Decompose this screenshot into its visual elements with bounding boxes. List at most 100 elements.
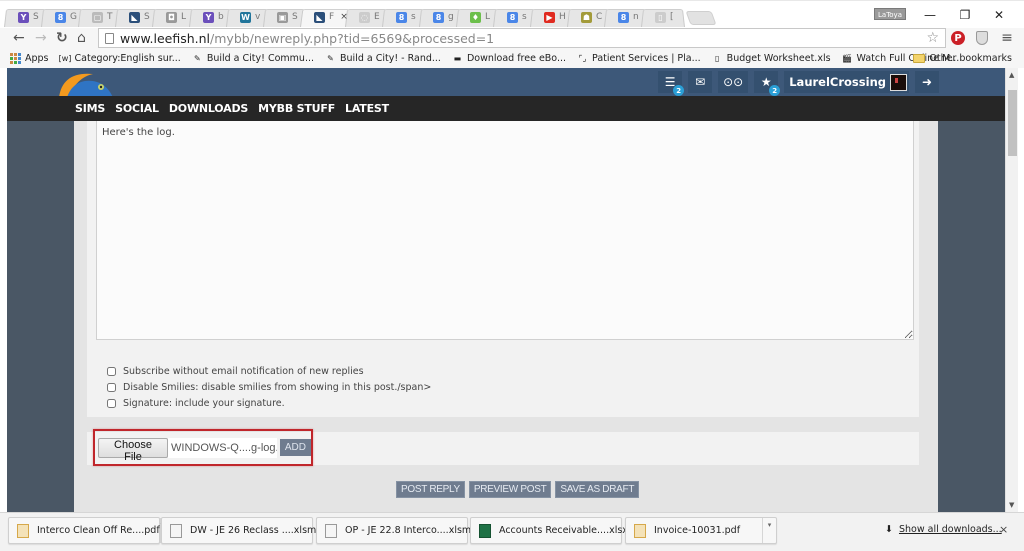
browser-tab[interactable]: ☗ C bbox=[571, 7, 607, 27]
browser-tab[interactable]: 8s bbox=[386, 7, 422, 27]
post-option[interactable]: Subscribe without email notification of … bbox=[107, 365, 431, 378]
bookmark-star-icon[interactable]: ☆ bbox=[926, 30, 939, 46]
bookmark-item[interactable]: Apps bbox=[10, 52, 49, 64]
browser-tab[interactable]: 8n bbox=[608, 7, 644, 27]
download-item[interactable]: DW - JE 26 Reclass ....xlsm▾ bbox=[161, 517, 321, 544]
download-item[interactable]: Interco Clean Off Re....pdf▾ bbox=[8, 517, 164, 544]
post-option[interactable]: Disable Smilies: disable smilies from sh… bbox=[107, 381, 431, 394]
games-button[interactable]: ⊙⊙ bbox=[718, 71, 749, 93]
download-item[interactable]: Invoice-10031.pdf ▾ bbox=[625, 517, 777, 544]
bookmark-item[interactable]: ✎ Build a City! Commu... bbox=[192, 53, 314, 64]
post-option[interactable]: Signature: include your signature. bbox=[107, 397, 431, 410]
loading-icon: ◌ bbox=[359, 11, 370, 23]
show-all-downloads-link[interactable]: Show all downloads... bbox=[899, 524, 1002, 535]
download-menu-chevron-icon[interactable]: ▾ bbox=[762, 518, 776, 543]
scroll-thumb[interactable] bbox=[1008, 90, 1017, 156]
browser-tab[interactable]: ▶ H bbox=[534, 7, 570, 27]
reload-icon[interactable]: ↻ bbox=[56, 30, 68, 46]
nav-sims[interactable]: SIMS bbox=[75, 102, 105, 115]
favorites-button[interactable]: ★ 2 bbox=[754, 71, 781, 96]
nav-latest[interactable]: LATEST bbox=[345, 102, 389, 115]
browser-tab[interactable]: ▯[ bbox=[645, 7, 681, 27]
download-open[interactable]: Interco Clean Off Re....pdf bbox=[9, 523, 160, 538]
new-tab-button[interactable] bbox=[685, 11, 717, 25]
download-item[interactable]: OP - JE 22.8 Interco....xlsm▾ bbox=[316, 517, 476, 544]
threads-button[interactable]: ☰ 2 bbox=[658, 71, 685, 96]
profile-badge[interactable]: LaToya bbox=[874, 8, 906, 20]
tab-title: n bbox=[633, 12, 639, 22]
user-menu-button[interactable]: LaurelCrossing bbox=[784, 71, 909, 93]
nav-mybb-stuff[interactable]: MYBB STUFF bbox=[258, 102, 335, 115]
google-icon: 8 bbox=[396, 11, 407, 23]
minimize-button[interactable]: — bbox=[918, 7, 942, 23]
ebook-icon: ▬ bbox=[453, 53, 462, 63]
browser-tab[interactable]: ▢ T bbox=[82, 7, 118, 27]
leaf-icon: ♦ bbox=[470, 11, 481, 23]
bookmark-item[interactable]: [w] Category:English sur... bbox=[58, 53, 181, 64]
page-scrollbar[interactable]: ▲ ▼ bbox=[1005, 68, 1018, 512]
browser-tab[interactable]: Yb bbox=[193, 7, 229, 27]
browser-tab[interactable]: ♦ L bbox=[460, 7, 496, 27]
browser-tab[interactable]: ◘ L bbox=[156, 7, 192, 27]
url-text[interactable]: www.leefish.nl/mybb/newreply.php?tid=656… bbox=[120, 31, 494, 46]
nav-social[interactable]: SOCIAL bbox=[115, 102, 159, 115]
nav-downloads[interactable]: DOWNLOADS bbox=[169, 102, 248, 115]
bookmarks-bar: Apps [w] Category:English sur... ✎ Build a C… bbox=[0, 48, 1024, 68]
browser-tab[interactable]: YS bbox=[8, 7, 44, 27]
browser-tab[interactable]: 8G bbox=[45, 7, 81, 27]
chrome-menu-icon[interactable]: ≡ bbox=[999, 30, 1015, 46]
site-nav: SIMS SOCIAL DOWNLOADS MYBB STUFF LATEST bbox=[7, 96, 1005, 121]
option-checkbox[interactable] bbox=[107, 367, 116, 376]
tab-close-icon[interactable]: × bbox=[340, 12, 348, 22]
other-bookmarks[interactable]: Other bookmarks bbox=[913, 48, 1012, 68]
home-icon[interactable]: ⌂ bbox=[77, 30, 86, 46]
option-checkbox[interactable] bbox=[107, 383, 116, 392]
bookmark-item[interactable]: ▯ Budget Worksheet.xls bbox=[712, 53, 831, 64]
download-open[interactable]: DW - JE 26 Reclass ....xlsm bbox=[162, 523, 316, 538]
bookmark-item[interactable]: ⌜⌟ Patient Services | Pla... bbox=[577, 53, 701, 64]
browser-tab[interactable]: ◣ F × bbox=[304, 7, 348, 27]
address-bar[interactable]: www.leefish.nl/mybb/newreply.php?tid=656… bbox=[98, 28, 946, 48]
back-icon[interactable]: ← bbox=[13, 30, 25, 46]
browser-tab[interactable]: 8s bbox=[497, 7, 533, 27]
add-attachment-button[interactable]: ADD bbox=[279, 439, 311, 456]
logout-button[interactable]: ➜ bbox=[915, 71, 939, 93]
browser-tab[interactable]: ◣ S bbox=[119, 7, 155, 27]
scroll-down-icon[interactable]: ▼ bbox=[1009, 501, 1014, 509]
messages-button[interactable]: ✉ bbox=[688, 71, 713, 93]
close-window-button[interactable]: ✕ bbox=[987, 7, 1011, 23]
bookmark-item[interactable]: ✎ Build a City! - Rand... bbox=[325, 53, 441, 64]
bookmark-item[interactable]: ▬ Download free eBo... bbox=[452, 53, 566, 64]
pinterest-extension-icon[interactable]: P bbox=[951, 31, 965, 45]
download-open[interactable]: Invoice-10031.pdf bbox=[626, 523, 762, 538]
scroll-up-icon[interactable]: ▲ bbox=[1009, 71, 1014, 79]
restore-button[interactable]: ❐ bbox=[953, 7, 977, 23]
wiki-icon: [w] bbox=[58, 53, 72, 63]
post-reply-button[interactable]: POST REPLY bbox=[396, 481, 465, 498]
save-draft-button[interactable]: SAVE AS DRAFT bbox=[555, 481, 640, 498]
user-toolbar: ☰ 2 ✉ ⊙⊙ ★ 2 LaurelCrossing ➜ bbox=[658, 71, 939, 96]
page-icon: ▯ bbox=[714, 53, 720, 63]
xls-file-icon bbox=[325, 523, 337, 538]
download-open[interactable]: Accounts Receivable....xlsx bbox=[471, 523, 628, 538]
shield-extension-icon[interactable] bbox=[974, 30, 990, 46]
option-checkbox[interactable] bbox=[107, 399, 116, 408]
download-open[interactable]: OP - JE 22.8 Interco....xlsm bbox=[317, 523, 471, 538]
leefish-logo[interactable] bbox=[53, 70, 115, 98]
download-item[interactable]: Accounts Receivable....xlsx▾ bbox=[470, 517, 632, 544]
close-shelf-icon[interactable]: × bbox=[999, 523, 1008, 536]
option-label: Disable Smilies: disable smilies from sh… bbox=[123, 382, 432, 393]
browser-tab[interactable]: 8g bbox=[423, 7, 459, 27]
clapper-icon: 🎬 bbox=[842, 53, 853, 63]
choose-file-button[interactable]: Choose File bbox=[98, 437, 168, 463]
browser-tab[interactable]: Wv bbox=[230, 7, 266, 27]
pdf-file-icon bbox=[17, 523, 29, 538]
preview-post-button[interactable]: PREVIEW POST bbox=[468, 481, 552, 498]
xlsx-file-icon bbox=[479, 523, 491, 538]
message-textarea[interactable]: Here's the log. bbox=[96, 121, 914, 340]
browser-tab[interactable]: ▣ S bbox=[267, 7, 303, 27]
attachment-panel: Choose File WINDOWS-Q....g-log.txt ADD bbox=[87, 429, 919, 466]
forward-icon[interactable]: → bbox=[35, 30, 47, 46]
show-all-downloads[interactable]: ⬇ Show all downloads... bbox=[885, 524, 1002, 535]
browser-tab[interactable]: ◌ E bbox=[349, 7, 385, 27]
